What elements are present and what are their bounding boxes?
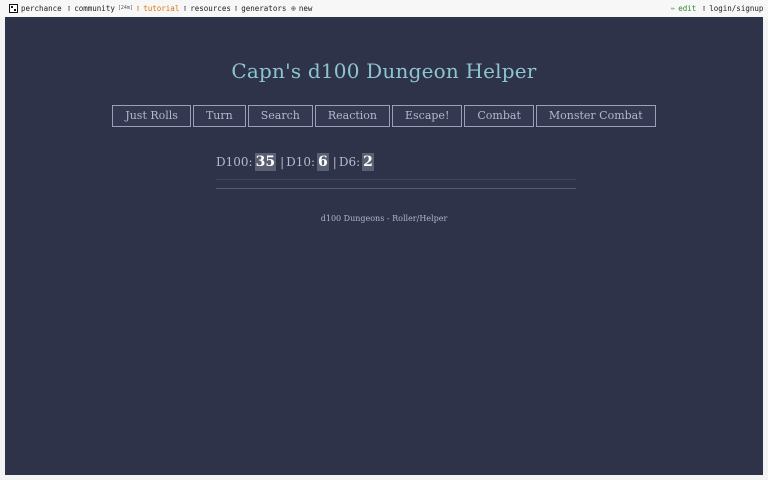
- community-badge: [24m]: [117, 5, 133, 11]
- list-icon: ▯: [234, 4, 239, 12]
- result-divider: [216, 179, 576, 180]
- combat-button[interactable]: Combat: [464, 105, 534, 127]
- dice-icon: [9, 4, 18, 13]
- perchance-home-link[interactable]: perchance: [9, 4, 62, 13]
- d10-label: D10:: [286, 155, 316, 169]
- search-button[interactable]: Search: [247, 105, 313, 127]
- monster-combat-button[interactable]: Monster Combat: [535, 105, 656, 127]
- generator-frame: Capn's d100 Dungeon Helper Just Rolls Tu…: [5, 17, 763, 475]
- footer-text: d100 Dungeons - Roller/Helper: [320, 214, 448, 223]
- d100-label: D100:: [216, 155, 253, 169]
- tutorial-label: tutorial: [143, 4, 180, 13]
- tutorial-link[interactable]: ▯ tutorial: [136, 4, 179, 13]
- generators-link[interactable]: ▯ generators: [234, 4, 286, 13]
- chat-icon: ▯: [67, 4, 72, 12]
- generators-label: generators: [241, 4, 287, 13]
- roll-results: D100: 35 | D10: 6 | D6: 2: [216, 152, 576, 172]
- just-rolls-button[interactable]: Just Rolls: [112, 105, 191, 127]
- resources-label: resources: [190, 4, 231, 13]
- perchance-label: perchance: [21, 4, 62, 13]
- new-label: new: [298, 4, 313, 13]
- d10-value: 6: [317, 153, 329, 171]
- roll-separator: |: [332, 155, 337, 169]
- reaction-button[interactable]: Reaction: [314, 105, 390, 127]
- roll-separator: |: [280, 155, 285, 169]
- edit-link[interactable]: ✏ edit: [671, 4, 696, 13]
- book-icon: ▯: [136, 4, 141, 12]
- d100-value: 35: [254, 153, 277, 171]
- d6-label: D6:: [338, 155, 361, 169]
- turn-button[interactable]: Turn: [192, 105, 246, 127]
- edit-label: edit: [678, 4, 697, 13]
- d6-value: 2: [362, 153, 374, 171]
- new-generator-link[interactable]: ⊕ new: [291, 4, 312, 13]
- folder-icon: ▯: [183, 4, 188, 12]
- login-signup-link[interactable]: ▯ login/signup: [702, 4, 763, 13]
- user-icon: ▯: [702, 4, 707, 12]
- page-title: Capn's d100 Dungeon Helper: [231, 59, 537, 83]
- community-label: community: [74, 4, 115, 13]
- top-navigation-bar: perchance ▯ community [24m] ▯ tutorial ▯…: [0, 0, 768, 17]
- community-link[interactable]: ▯ community [24m]: [67, 4, 133, 13]
- resources-link[interactable]: ▯ resources: [183, 4, 231, 13]
- result-divider: [216, 188, 576, 189]
- pencil-icon: ✏: [671, 4, 676, 12]
- plus-circle-icon: ⊕: [291, 4, 296, 13]
- mode-button-bar: Just Rolls Turn Search Reaction Escape! …: [5, 105, 763, 127]
- login-label: login/signup: [709, 4, 764, 13]
- escape-button[interactable]: Escape!: [392, 105, 463, 127]
